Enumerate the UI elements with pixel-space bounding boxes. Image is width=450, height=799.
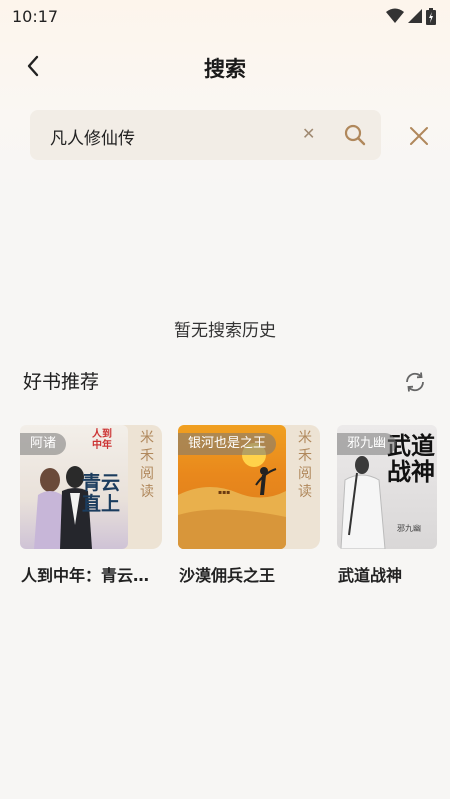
- wifi-icon: [386, 8, 404, 23]
- author-badge: 银河也是之王: [178, 433, 277, 455]
- page-title: 搜索: [204, 57, 246, 81]
- book-card[interactable]: 米禾阅读 人到中年 青云直上 阿诸 人到中年：青云直上: [20, 425, 166, 590]
- book-title: 武道战神: [338, 566, 403, 585]
- author-badge: 邪九幽: [337, 433, 397, 455]
- close-icon[interactable]: [406, 123, 432, 149]
- battery-icon: [426, 7, 436, 25]
- status-time: 10:17: [12, 7, 59, 26]
- author-badge: 阿诸: [20, 433, 67, 455]
- cover-small-text: ▪▪▪: [218, 489, 231, 496]
- signal-icon: [408, 9, 422, 23]
- search-input-value: 凡人修仙传: [50, 129, 135, 149]
- book-title: 人到中年：青云直上: [21, 566, 161, 585]
- cover-author: 邪九幽: [397, 524, 421, 533]
- search-icon[interactable]: [343, 123, 367, 147]
- clear-input-icon[interactable]: ✕: [302, 124, 315, 143]
- status-icons: [386, 6, 436, 26]
- search-input[interactable]: 凡人修仙传 ✕: [30, 110, 381, 160]
- book-card[interactable]: 武道战神 邪九幽 邪九幽 武道战神: [337, 425, 437, 590]
- empty-history-text: 暂无搜索历史: [174, 321, 276, 341]
- book-title: 沙漠佣兵之王: [179, 566, 276, 585]
- refresh-icon[interactable]: [403, 370, 427, 394]
- status-bar: 10:17: [0, 0, 450, 32]
- book-card[interactable]: 米禾阅读 ▪▪▪ 银河也是之王 沙漠佣兵之王: [178, 425, 324, 590]
- cover-subtitle: 人到中年: [92, 429, 112, 451]
- header: 搜索: [0, 40, 450, 92]
- cover-title: 青云直上: [82, 472, 121, 515]
- recommend-title: 好书推荐: [23, 371, 100, 393]
